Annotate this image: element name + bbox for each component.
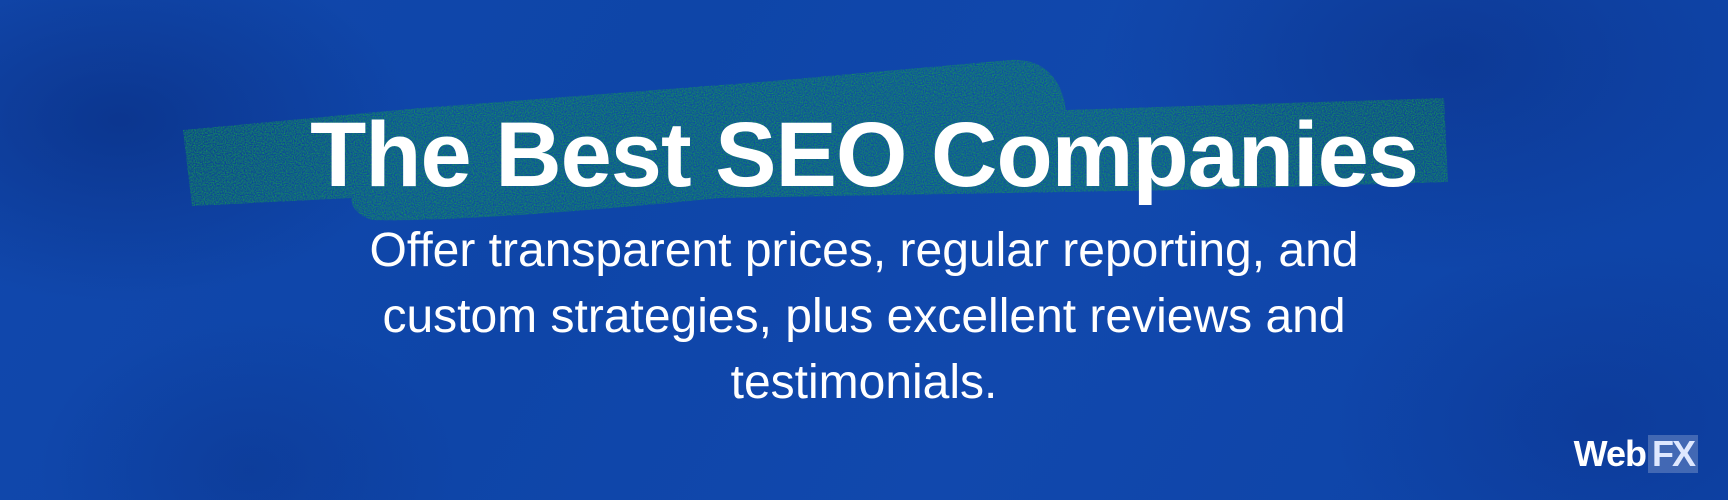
hero-banner: The Best SEO Companies Offer transparent…: [0, 0, 1728, 500]
logo-text-web: Web: [1573, 433, 1647, 474]
webfx-logo: Web FX: [1573, 433, 1698, 474]
page-title: The Best SEO Companies: [310, 104, 1419, 206]
logo-text-fx: FX: [1647, 435, 1698, 473]
page-subtitle: Offer transparent prices, regular report…: [369, 224, 1359, 409]
